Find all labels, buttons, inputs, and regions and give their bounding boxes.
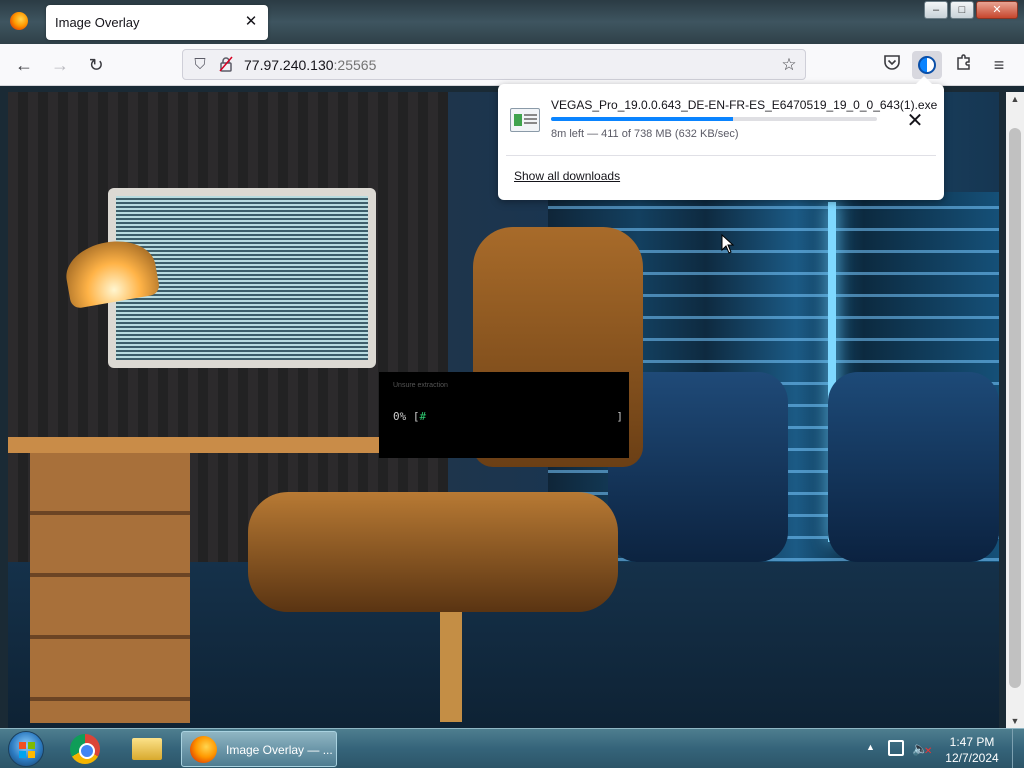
navigation-bar: ← → ↻ ⛉ 77.97.240.130:25565 ☆ ≡ — [0, 44, 1024, 86]
url-text[interactable]: 77.97.240.130:25565 — [244, 57, 376, 73]
tracking-shield-icon[interactable]: ⛉ — [191, 56, 209, 74]
muted-icon: ✕ — [924, 746, 933, 757]
taskbar-firefox[interactable]: Image Overlay — ... — [181, 731, 337, 767]
menu-icon[interactable]: ≡ — [987, 53, 1011, 77]
taskbar: Image Overlay — ... ▲ 🔈 ✕ 1:47 PM 12/7/2… — [0, 728, 1024, 768]
tab-title: Image Overlay — [55, 15, 140, 30]
maximize-button[interactable]: □ — [950, 1, 974, 19]
cancel-download-icon[interactable]: ✕ — [902, 108, 928, 134]
scroll-up-icon[interactable]: ▲ — [1006, 92, 1024, 106]
close-window-button[interactable]: ✕ — [976, 1, 1018, 19]
url-port: :25565 — [333, 57, 377, 73]
reload-icon[interactable]: ↻ — [84, 53, 108, 77]
loader-hash: # — [419, 410, 427, 423]
desk — [8, 437, 388, 453]
folder-icon — [132, 738, 162, 760]
windows-logo-icon — [19, 742, 35, 758]
loader-label: Unsure extraction — [393, 382, 448, 389]
desk-drawers — [30, 453, 190, 723]
show-hidden-icons-icon[interactable]: ▲ — [866, 742, 875, 752]
network-icon[interactable] — [888, 740, 904, 756]
chair-pole — [440, 612, 462, 722]
clock-time: 1:47 PM — [949, 735, 995, 749]
connection-info-icon[interactable] — [217, 56, 235, 74]
download-progress-icon — [918, 56, 936, 74]
taskbar-firefox-label: Image Overlay — ... — [226, 743, 333, 757]
window-controls: – □ ✕ — [922, 1, 1018, 19]
extensions-icon[interactable] — [952, 53, 976, 77]
forward-arrow-icon[interactable]: → — [48, 53, 72, 77]
firefox-logo-icon[interactable] — [10, 12, 28, 30]
scrollbar-thumb[interactable] — [1009, 128, 1021, 688]
download-progress-bar — [551, 117, 877, 121]
chair-seat — [248, 492, 618, 612]
back-arrow-icon[interactable]: ← — [12, 53, 36, 77]
url-bar[interactable]: ⛉ 77.97.240.130:25565 ☆ — [182, 49, 806, 80]
minimize-button[interactable]: – — [924, 1, 948, 19]
download-progress-fill — [551, 117, 733, 121]
tab-image-overlay[interactable]: Image Overlay ✕ — [46, 5, 268, 40]
tab-close-icon[interactable]: ✕ — [242, 13, 260, 31]
clock[interactable]: 1:47 PM 12/7/2024 — [942, 734, 1002, 766]
scroll-down-icon[interactable]: ▼ — [1006, 714, 1024, 728]
download-filename[interactable]: VEGAS_Pro_19.0.0.643_DE-EN-FR-ES_E647051… — [551, 98, 937, 112]
taskbar-chrome[interactable] — [60, 732, 110, 766]
downloads-panel: VEGAS_Pro_19.0.0.643_DE-EN-FR-ES_E647051… — [498, 76, 944, 200]
pocket-icon[interactable] — [880, 53, 904, 77]
armchair — [828, 372, 999, 562]
chrome-icon — [70, 734, 100, 764]
loader-percent: 0% [ — [393, 410, 420, 423]
clock-date: 12/7/2024 — [945, 751, 999, 765]
firefox-icon — [190, 736, 217, 763]
star-icon[interactable]: ☆ — [779, 55, 799, 75]
loader-progress: 0% [# — [393, 410, 426, 423]
exe-file-icon — [510, 108, 540, 132]
taskbar-file-explorer[interactable] — [122, 732, 172, 766]
page-scrollbar[interactable]: ▲ ▼ — [1006, 92, 1024, 728]
start-button[interactable] — [8, 731, 44, 767]
show-all-downloads-link[interactable]: Show all downloads — [514, 169, 620, 183]
divider — [506, 155, 936, 156]
downloads-icon[interactable] — [912, 51, 942, 79]
title-bar: Image Overlay ✕ – □ ✕ — [0, 0, 1024, 44]
extraction-loader: Unsure extraction 0% [# ] — [379, 372, 629, 458]
url-host: 77.97.240.130 — [244, 57, 334, 73]
download-status: 8m left — 411 of 738 MB (632 KB/sec) — [551, 128, 739, 140]
loader-bracket: ] — [616, 410, 623, 423]
show-desktop-button[interactable] — [1012, 729, 1024, 768]
